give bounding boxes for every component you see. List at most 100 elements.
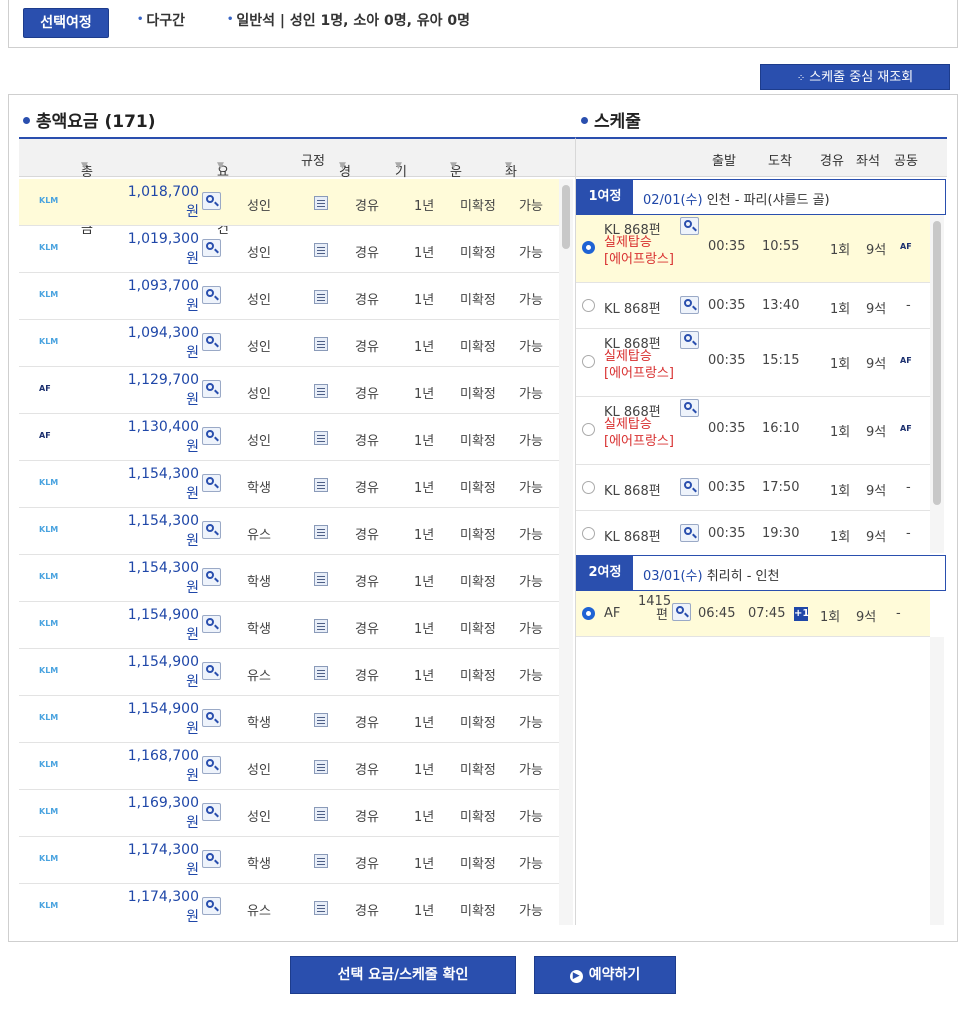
flight-arrival: 10:55: [762, 239, 800, 254]
flight-detail-search-icon[interactable]: [680, 217, 699, 235]
leg2-header: 2여정 03/01(수) 취리히 - 인천: [576, 555, 946, 591]
flight-radio[interactable]: [582, 423, 595, 436]
fare-row[interactable]: KLM 1,018,700 원 성인 경유 1년 미확정 가능: [19, 179, 559, 226]
fare-rules-icon[interactable]: [314, 901, 328, 915]
fare-detail-search-icon[interactable]: [202, 333, 221, 351]
fare-detail-search-icon[interactable]: [202, 850, 221, 868]
fare-row[interactable]: AF 1,129,700 원 성인 경유 1년 미확정 가능: [19, 367, 559, 414]
fare-detail-search-icon[interactable]: [202, 427, 221, 445]
sort-down-icon: ▼: [81, 161, 88, 171]
flight-radio[interactable]: [582, 527, 595, 540]
fare-seat: 가능: [519, 481, 543, 496]
fare-via: 경유: [355, 575, 379, 590]
leg1-flight-row[interactable]: KL 868편 실제탑승 [에어프랑스] 00:35 10:55 1회 9석 AF: [576, 215, 930, 283]
leg1-flight-row[interactable]: KL 868편 00:35 13:40 1회 9석 -: [576, 283, 930, 329]
leg2-flight-row[interactable]: AF 1415 편 06:45 07:45 +1 1회 9석 -: [576, 591, 930, 637]
fare-rules-icon[interactable]: [314, 243, 328, 257]
fare-detail-search-icon[interactable]: [202, 568, 221, 586]
header-seats: 좌석: [856, 154, 880, 169]
fare-detail-search-icon[interactable]: [202, 615, 221, 633]
fare-rules-icon[interactable]: [314, 619, 328, 633]
fare-rules-icon[interactable]: [314, 431, 328, 445]
fare-detail-search-icon[interactable]: [202, 521, 221, 539]
flight-arrival: 16:10: [762, 421, 800, 436]
fare-row[interactable]: KLM 1,094,300 원 성인 경유 1년 미확정 가능: [19, 320, 559, 367]
fare-detail-search-icon[interactable]: [202, 709, 221, 727]
fare-rules-icon[interactable]: [314, 760, 328, 774]
fare-detail-search-icon[interactable]: [202, 192, 221, 210]
flight-radio[interactable]: [582, 299, 595, 312]
fare-row[interactable]: KLM 1,169,300 원 성인 경유 1년 미확정 가능: [19, 790, 559, 837]
fare-row[interactable]: KLM 1,168,700 원 성인 경유 1년 미확정 가능: [19, 743, 559, 790]
leg1-flight-row[interactable]: KL 868편 00:35 19:30 1회 9석 -: [576, 511, 930, 557]
leg2-departure: 06:45: [698, 606, 736, 621]
fare-rules-icon[interactable]: [314, 290, 328, 304]
fare-scrollbar[interactable]: [559, 179, 573, 925]
klm-logo: KLM: [39, 760, 59, 769]
airfrance-logo: AF: [39, 384, 51, 393]
flight-detail-search-icon[interactable]: [680, 296, 699, 314]
schedule-scrollbar[interactable]: [930, 215, 944, 553]
fare-row[interactable]: KLM 1,093,700 원 성인 경유 1년 미확정 가능: [19, 273, 559, 320]
flight-stops: 1회: [830, 530, 851, 545]
flight-codeshare: -: [906, 526, 911, 541]
book-button[interactable]: ▶ 예약하기: [534, 956, 676, 994]
fare-row[interactable]: KLM 1,154,300 원 유스 경유 1년 미확정 가능: [19, 508, 559, 555]
fare-detail-search-icon[interactable]: [202, 897, 221, 915]
fare-row[interactable]: KLM 1,154,300 원 학생 경유 1년 미확정 가능: [19, 461, 559, 508]
flight-detail-search-icon[interactable]: [680, 524, 699, 542]
fare-scroll-thumb[interactable]: [562, 185, 570, 249]
flight-departure: 00:35: [708, 239, 746, 254]
fare-detail-search-icon[interactable]: [202, 380, 221, 398]
fare-rules-icon[interactable]: [314, 666, 328, 680]
fare-detail-search-icon[interactable]: [202, 803, 221, 821]
fare-detail-search-icon[interactable]: [202, 756, 221, 774]
flight-detail-search-icon[interactable]: [680, 399, 699, 417]
fare-rules-icon[interactable]: [314, 807, 328, 821]
fare-row[interactable]: KLM 1,174,300 원 유스 경유 1년 미확정 가능: [19, 884, 559, 926]
fare-row[interactable]: KLM 1,154,900 원 학생 경유 1년 미확정 가능: [19, 696, 559, 743]
leg2-flight-suffix: 편: [656, 608, 668, 623]
fare-detail-search-icon[interactable]: [202, 474, 221, 492]
fare-status: 미확정: [460, 246, 496, 261]
flight-detail-search-icon[interactable]: [680, 331, 699, 349]
fare-rules-icon[interactable]: [314, 478, 328, 492]
leg1-flight-row[interactable]: KL 868편 00:35 17:50 1회 9석 -: [576, 465, 930, 511]
leg1-flight-row[interactable]: KL 868편 실제탑승 [에어프랑스] 00:35 15:15 1회 9석 AF: [576, 329, 930, 397]
fare-rules-icon[interactable]: [314, 384, 328, 398]
fare-rules-icon[interactable]: [314, 337, 328, 351]
flight-radio[interactable]: [582, 481, 595, 494]
fare-row[interactable]: KLM 1,174,300 원 학생 경유 1년 미확정 가능: [19, 837, 559, 884]
fare-price: 1,093,700: [127, 278, 199, 294]
leg2-arrival: 07:45: [748, 606, 786, 621]
flight-radio[interactable]: [582, 355, 595, 368]
fare-rules-icon[interactable]: [314, 854, 328, 868]
leg1-flight-row[interactable]: KL 868편 실제탑승 [에어프랑스] 00:35 16:10 1회 9석 AF: [576, 397, 930, 465]
fare-row[interactable]: KLM 1,154,900 원 학생 경유 1년 미확정 가능: [19, 602, 559, 649]
fare-row[interactable]: KLM 1,019,300 원 성인 경유 1년 미확정 가능: [19, 226, 559, 273]
fare-detail-search-icon[interactable]: [202, 662, 221, 680]
schedule-scroll-thumb[interactable]: [933, 221, 941, 505]
leg2-radio[interactable]: [582, 607, 595, 620]
selected-trip-button[interactable]: 선택여정: [23, 8, 109, 38]
flight-detail-search-icon[interactable]: [672, 603, 691, 621]
flight-codeshare: -: [906, 298, 911, 313]
fare-detail-search-icon[interactable]: [202, 239, 221, 257]
fare-rules-icon[interactable]: [314, 525, 328, 539]
fare-detail-search-icon[interactable]: [202, 286, 221, 304]
fare-rules-icon[interactable]: [314, 572, 328, 586]
fare-row[interactable]: KLM 1,154,300 원 학생 경유 1년 미확정 가능: [19, 555, 559, 602]
fare-currency: 원: [186, 392, 199, 408]
fare-rules-icon[interactable]: [314, 713, 328, 727]
confirm-fare-schedule-button[interactable]: 선택 요금/스케줄 확인: [290, 956, 516, 994]
fare-list: 총액요금 ▼ 요금조건 ▼ 규정 경유 ▼ 기간 ▼ 운임 ▼ 좌석 ▼ KLM…: [19, 137, 575, 925]
schedule-rescan-button[interactable]: ⁘ 스케줄 중심 재조회: [760, 64, 950, 90]
flight-radio[interactable]: [582, 241, 595, 254]
flight-detail-search-icon[interactable]: [680, 478, 699, 496]
fare-rules-icon[interactable]: [314, 196, 328, 210]
klm-logo: KLM: [39, 901, 59, 910]
fare-currency: 원: [186, 674, 199, 690]
fare-row[interactable]: AF 1,130,400 원 성인 경유 1년 미확정 가능: [19, 414, 559, 461]
fare-row[interactable]: KLM 1,154,900 원 유스 경유 1년 미확정 가능: [19, 649, 559, 696]
klm-logo: KLM: [39, 713, 59, 722]
